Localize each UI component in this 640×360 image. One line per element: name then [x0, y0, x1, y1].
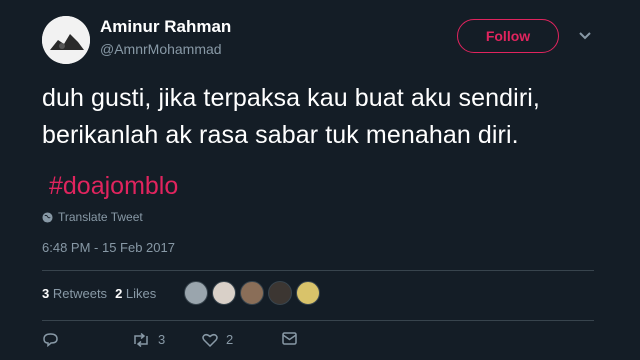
translate-tweet-link[interactable]: Translate Tweet: [42, 210, 143, 224]
translate-label: Translate Tweet: [58, 210, 143, 224]
retweet-icon: [132, 332, 150, 347]
follow-button[interactable]: Follow: [457, 19, 559, 53]
timestamp[interactable]: 6:48 PM - 15 Feb 2017: [42, 240, 175, 255]
likes-label: Likes: [125, 286, 157, 301]
engagement-stats: 3 Retweets 2 Likes: [42, 286, 156, 301]
globe-icon: [42, 211, 53, 223]
user-name[interactable]: Aminur Rahman: [100, 17, 231, 37]
retweets-stat[interactable]: 3 Retweets: [42, 286, 107, 301]
reply-icon: [42, 332, 59, 347]
avatar[interactable]: [184, 281, 208, 305]
divider: [42, 320, 594, 321]
heart-icon: [202, 333, 218, 347]
like-count: 2: [226, 332, 234, 347]
tweet-line: berikanlah ak rasa sabar tuk menahan dir…: [42, 121, 519, 149]
message-icon: [282, 332, 297, 345]
hashtag-link[interactable]: #doajomblo: [49, 172, 178, 201]
retweets-label: Retweets: [52, 286, 108, 301]
avatar[interactable]: [268, 281, 292, 305]
likers-avatars: [184, 281, 320, 305]
likes-count: 2: [115, 286, 123, 301]
avatar[interactable]: [42, 16, 90, 64]
retweet-count: 3: [158, 332, 166, 347]
direct-message-button[interactable]: [282, 332, 297, 345]
user-handle[interactable]: @AmnrMohammad: [100, 41, 222, 57]
reply-button[interactable]: [42, 332, 59, 347]
chevron-down-icon[interactable]: [576, 26, 594, 44]
likes-stat[interactable]: 2 Likes: [115, 286, 156, 301]
like-button[interactable]: 2: [202, 332, 233, 347]
retweets-count: 3: [42, 286, 50, 301]
divider: [42, 270, 594, 271]
tweet-actions: 3 2: [42, 332, 342, 350]
avatar[interactable]: [212, 281, 236, 305]
avatar[interactable]: [240, 281, 264, 305]
tweet-text: duh gusti, jika terpaksa kau buat aku se…: [42, 80, 622, 154]
avatar[interactable]: [296, 281, 320, 305]
tweet-line: duh gusti, jika terpaksa kau buat aku se…: [42, 84, 540, 112]
retweet-button[interactable]: 3: [132, 332, 165, 347]
